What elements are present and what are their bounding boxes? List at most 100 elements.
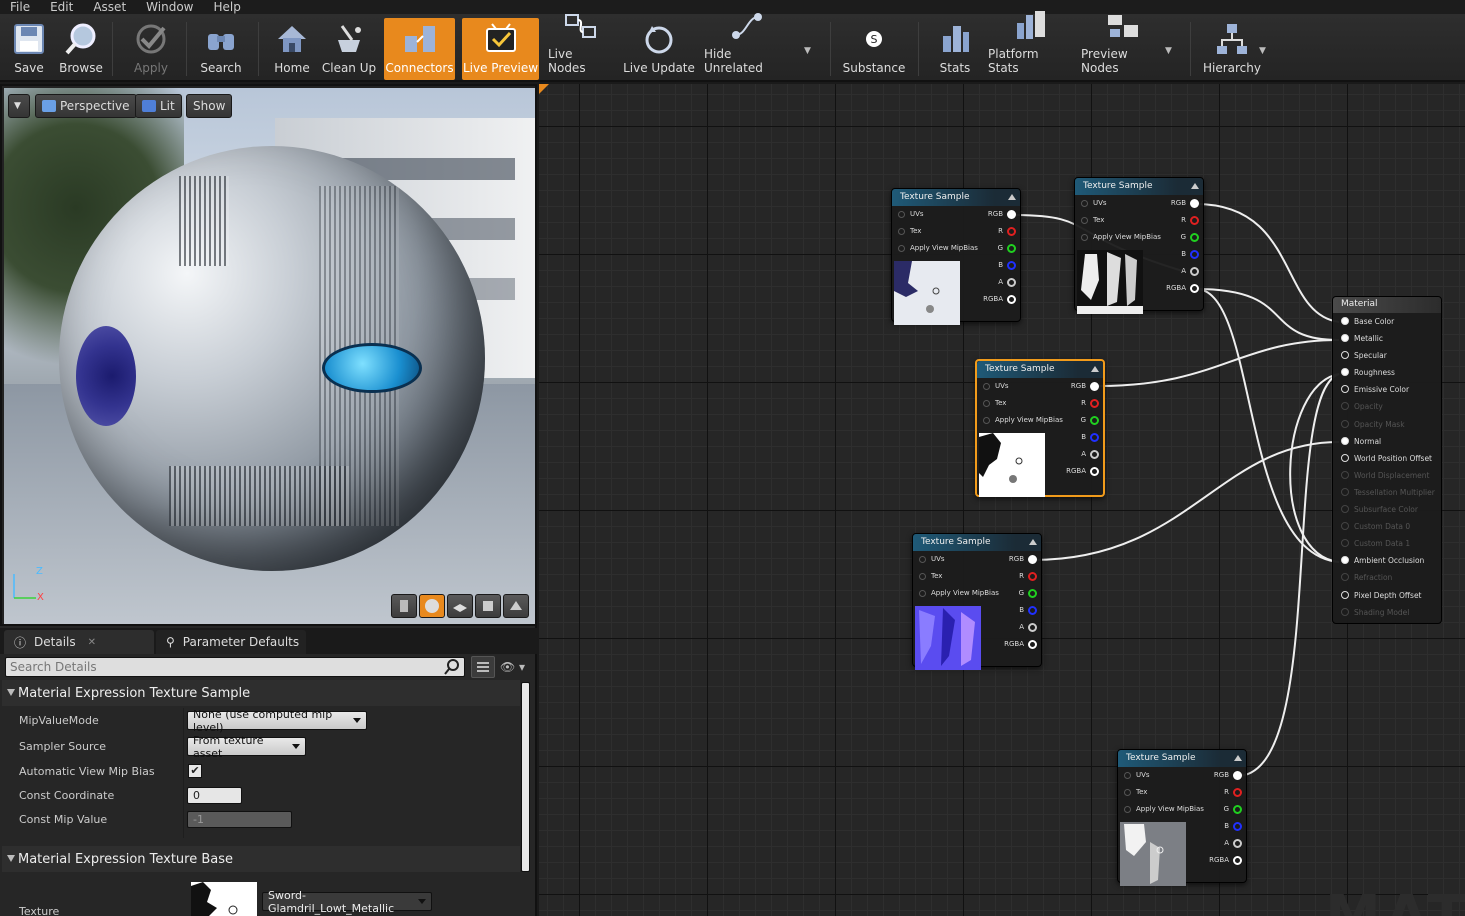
live-nodes-button[interactable]: Live Nodes xyxy=(548,14,612,80)
substance-button[interactable]: S Substance xyxy=(842,18,906,80)
pin-icon[interactable] xyxy=(1341,470,1349,479)
texture-asset-dropdown[interactable]: Sword-Glamdril_Lowt_Metallic xyxy=(262,889,432,915)
material-pin-row[interactable]: Base Color xyxy=(1333,313,1441,330)
perspective-button[interactable]: Perspective xyxy=(35,94,137,118)
material-pin-row[interactable]: Tessellation Multiplier xyxy=(1333,484,1441,501)
platform-stats-icon xyxy=(1013,9,1047,43)
preview-nodes-dropdown-icon[interactable]: ▼ xyxy=(1165,46,1172,56)
material-pin-row[interactable]: Custom Data 1 xyxy=(1333,535,1441,552)
menu-asset[interactable]: Asset xyxy=(83,0,136,14)
pin-icon[interactable] xyxy=(1341,487,1349,496)
normal-map-thumbnail xyxy=(915,606,981,670)
pin-icon[interactable] xyxy=(1341,402,1349,411)
material-graph[interactable]: Texture Sample UVs RGB Tex R Apply View Mi… xyxy=(539,84,1465,916)
texture-sample-node-2[interactable]: Texture Sample UVs RGB Tex R Apply View Mi… xyxy=(1074,177,1204,314)
pin-icon[interactable] xyxy=(1341,385,1349,394)
custom-mesh-preview-button[interactable] xyxy=(503,594,529,618)
material-pin-row[interactable]: Metallic xyxy=(1333,330,1441,347)
material-pin-row[interactable]: Roughness xyxy=(1333,364,1441,381)
pin-icon[interactable] xyxy=(1341,539,1349,548)
section-texture-base[interactable]: Material Expression Texture Base xyxy=(2,846,520,872)
show-button[interactable]: Show xyxy=(186,94,233,118)
hide-unrelated-button[interactable]: Hide Unrelated xyxy=(704,13,790,80)
material-pin-row[interactable]: Pixel Depth Offset xyxy=(1333,587,1441,604)
search-button[interactable]: Search xyxy=(196,18,246,80)
property-matrix-icon[interactable] xyxy=(471,656,495,678)
material-pin-row[interactable]: World Position Offset xyxy=(1333,450,1441,467)
preview-viewport[interactable]: ▼ Perspective Lit Show Z X xyxy=(0,84,537,626)
svg-text:S: S xyxy=(871,33,878,46)
material-pin-row[interactable]: Specular xyxy=(1333,347,1441,364)
close-icon[interactable]: ✕ xyxy=(88,637,96,648)
live-update-button[interactable]: Live Update xyxy=(623,18,695,80)
tab-details[interactable]: ⓘ Details ✕ xyxy=(4,630,154,654)
material-pin-row[interactable]: Subsurface Color xyxy=(1333,501,1441,518)
hierarchy-button[interactable]: Hierarchy xyxy=(1202,18,1262,80)
material-pin-label: Base Color xyxy=(1354,317,1395,326)
preview-nodes-button[interactable]: Preview Nodes xyxy=(1081,15,1165,80)
cube-preview-button[interactable] xyxy=(475,594,501,618)
pin-icon[interactable] xyxy=(1341,522,1349,531)
pin-icon[interactable] xyxy=(1341,607,1349,616)
pin-icon[interactable] xyxy=(1341,317,1349,325)
save-icon xyxy=(12,21,46,57)
apply-button[interactable]: Apply xyxy=(126,18,176,80)
material-pin-label: Normal xyxy=(1354,436,1382,446)
menu-window[interactable]: Window xyxy=(136,0,203,14)
menu-help[interactable]: Help xyxy=(203,0,250,14)
tab-parameter-defaults[interactable]: ⚲ Parameter Defaults xyxy=(156,630,306,654)
save-button[interactable]: Save xyxy=(6,18,52,80)
viewport-options-button[interactable]: ▼ xyxy=(8,94,30,118)
pin-icon[interactable] xyxy=(1341,590,1349,599)
auto-view-mip-bias-checkbox[interactable]: ✔ xyxy=(188,764,202,778)
texture-sample-node-1[interactable]: Texture Sample UVs RGB Tex R Apply View Mi… xyxy=(891,188,1021,325)
material-pin-row[interactable]: Shading Model xyxy=(1333,604,1441,621)
texture-thumbnail[interactable] xyxy=(191,882,257,916)
material-pin-row[interactable]: Opacity xyxy=(1333,398,1441,415)
material-output-node[interactable]: Material Base Color Metallic Specular Rough… xyxy=(1332,296,1442,624)
more-dropdown-icon[interactable]: ▼ xyxy=(804,46,811,56)
clean-up-button[interactable]: Clean Up xyxy=(320,18,378,80)
sampler-source-dropdown[interactable]: From texture asset xyxy=(187,734,306,760)
const-mip-value-field[interactable]: -1 xyxy=(187,811,292,828)
section-texture-sample[interactable]: Material Expression Texture Sample xyxy=(2,680,520,706)
const-coordinate-field[interactable]: 0 xyxy=(187,787,242,804)
texture-sample-node-3-selected[interactable]: Texture Sample UVs RGB Tex R Apply View Mi… xyxy=(975,359,1105,497)
pin-icon[interactable] xyxy=(1341,453,1349,462)
lit-button[interactable]: Lit xyxy=(135,94,182,118)
texture-sample-node-4[interactable]: Texture Sample UVs RGB Tex R Apply View Mi… xyxy=(912,533,1042,670)
pin-icon[interactable] xyxy=(1341,334,1349,343)
browse-button[interactable]: Browse xyxy=(56,18,106,80)
pin-icon[interactable] xyxy=(1341,556,1349,565)
material-pin-row[interactable]: Emissive Color xyxy=(1333,381,1441,398)
material-pin-row[interactable]: Ambient Occlusion xyxy=(1333,552,1441,569)
sphere-preview-button[interactable] xyxy=(419,594,445,618)
connectors-button[interactable]: Connectors xyxy=(384,18,455,80)
hierarchy-dropdown-icon[interactable]: ▼ xyxy=(1259,46,1266,56)
stats-button[interactable]: Stats xyxy=(934,18,976,80)
material-pin-row[interactable]: Normal xyxy=(1333,433,1441,450)
menu-edit[interactable]: Edit xyxy=(40,0,83,14)
pin-icon[interactable] xyxy=(1341,505,1349,514)
home-button[interactable]: Home xyxy=(270,18,314,80)
material-pin-row[interactable]: World Displacement xyxy=(1333,467,1441,484)
details-scrollbar[interactable] xyxy=(521,682,530,872)
pin-icon[interactable] xyxy=(1341,419,1349,428)
material-pin-row[interactable]: Custom Data 0 xyxy=(1333,518,1441,535)
menu-file[interactable]: File xyxy=(0,0,40,14)
plane-preview-button[interactable] xyxy=(447,594,473,618)
material-pin-row[interactable]: Opacity Mask xyxy=(1333,416,1441,433)
search-details-input[interactable]: Search Details xyxy=(5,657,465,677)
cylinder-preview-button[interactable] xyxy=(391,594,417,618)
mip-value-mode-dropdown[interactable]: None (use computed mip level) xyxy=(187,708,367,734)
pin-icon[interactable] xyxy=(1341,368,1349,377)
pin-icon[interactable] xyxy=(1341,573,1349,582)
material-pin-label: Opacity xyxy=(1354,402,1383,412)
material-pin-row[interactable]: Refraction xyxy=(1333,569,1441,586)
platform-stats-button[interactable]: Platform Stats xyxy=(988,11,1072,80)
texture-sample-node-5[interactable]: Texture Sample UVs RGB Tex R Apply View Mi… xyxy=(1117,749,1247,886)
live-preview-button[interactable]: Live Preview xyxy=(462,18,539,80)
pin-icon[interactable] xyxy=(1341,436,1349,445)
eye-icon[interactable]: 👁 ▾ xyxy=(500,660,530,676)
pin-icon[interactable] xyxy=(1341,351,1349,360)
